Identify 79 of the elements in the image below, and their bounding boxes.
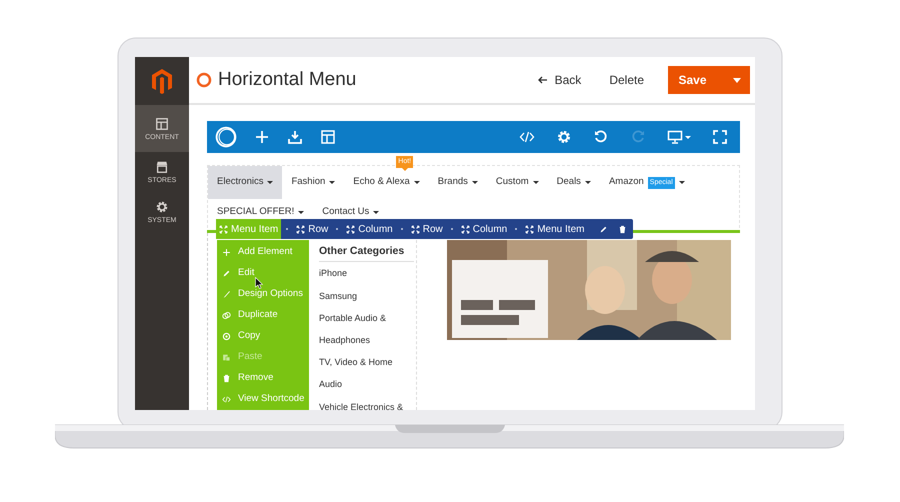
ring-icon (196, 72, 212, 88)
download-icon (287, 129, 303, 145)
paste-icon (222, 353, 231, 362)
toolbar-button[interactable] (519, 129, 535, 145)
toolbar-button[interactable] (593, 129, 609, 145)
category-link[interactable]: TV, Video & Home Audio (319, 351, 415, 396)
caret-icon (532, 181, 539, 184)
toolbar-button[interactable] (320, 129, 336, 145)
fullscreen-icon (712, 129, 728, 145)
toolbar-button[interactable] (667, 129, 691, 145)
menu-item[interactable]: Electronics (208, 166, 282, 199)
caret-icon (373, 210, 380, 214)
ring-icon (215, 126, 237, 148)
edit-button[interactable] (599, 224, 608, 234)
logo-icon (151, 68, 173, 94)
category-link[interactable]: Portable Audio & Headphones (319, 307, 415, 352)
menu-item[interactable]: Brands (428, 166, 487, 199)
menu-item[interactable]: Contact Us (313, 204, 388, 220)
toolbar-button[interactable] (254, 129, 270, 145)
category-link[interactable]: Samsung (319, 284, 415, 308)
menu-item[interactable]: Echo & Alexa (344, 166, 429, 199)
badge-pointer-icon (402, 168, 408, 171)
move-icon (296, 224, 306, 234)
caret-icon (584, 181, 591, 184)
settings-icon (556, 129, 572, 145)
toolbar-button[interactable] (712, 129, 728, 145)
caret-icon (267, 181, 274, 184)
delete-button[interactable]: Delete (609, 71, 644, 89)
undo-icon (593, 129, 609, 145)
move-icon (525, 224, 534, 234)
trash-icon (222, 374, 231, 383)
cursor-icon (255, 277, 263, 289)
menu-item[interactable]: Deals (548, 166, 600, 199)
move-icon (460, 224, 470, 234)
code-icon (519, 129, 535, 145)
layout-icon (155, 116, 169, 130)
monitor-icon (667, 129, 683, 145)
breadcrumb-item[interactable]: Row (408, 219, 446, 239)
caret-icon (298, 210, 304, 214)
code-icon (222, 395, 231, 404)
store-icon (155, 160, 169, 174)
left-arrow-icon (538, 76, 548, 84)
breadcrumb-item[interactable]: Column (343, 219, 396, 239)
circles-icon (222, 311, 231, 320)
category-link[interactable]: Vehicle Electronics & (319, 396, 415, 410)
plus-icon (254, 129, 270, 145)
move-icon (410, 224, 420, 234)
menu-item[interactable]: Fashion (282, 166, 344, 199)
menu-item[interactable]: Custom (486, 166, 548, 199)
breadcrumb-item[interactable]: Column (458, 219, 510, 239)
delete-button[interactable] (618, 224, 628, 234)
pencil-icon (599, 224, 608, 234)
toolbar-button[interactable] (556, 129, 572, 145)
caret-icon (414, 181, 420, 184)
back-button[interactable]: Back (538, 71, 582, 89)
move-icon (346, 224, 356, 234)
copy-icon (222, 332, 231, 341)
category-link[interactable]: iPhone (319, 262, 415, 285)
pencil-icon (222, 269, 231, 278)
caret-icon (733, 78, 741, 82)
caret-icon (472, 181, 478, 184)
page-title: Horizontal Menu (218, 68, 356, 92)
brush-icon (222, 290, 231, 299)
breadcrumb-item[interactable]: Row (293, 219, 332, 239)
toolbar-button[interactable] (287, 129, 303, 145)
plus-icon (222, 248, 231, 257)
caret-icon (329, 181, 336, 184)
column-heading: Other Categories (319, 240, 414, 262)
breadcrumb-item[interactable]: Menu Item (522, 219, 588, 239)
caret-icon (678, 181, 685, 184)
move-icon (219, 224, 228, 234)
toolbar-button[interactable] (215, 126, 237, 148)
caret-icon (685, 136, 691, 138)
trash-icon (618, 224, 628, 234)
redo-icon (630, 129, 646, 145)
menu-item[interactable]: SPECIAL OFFER! (208, 204, 314, 220)
save-button[interactable]: Save (668, 66, 750, 94)
settings-icon (155, 200, 169, 214)
layout-icon (320, 129, 336, 145)
